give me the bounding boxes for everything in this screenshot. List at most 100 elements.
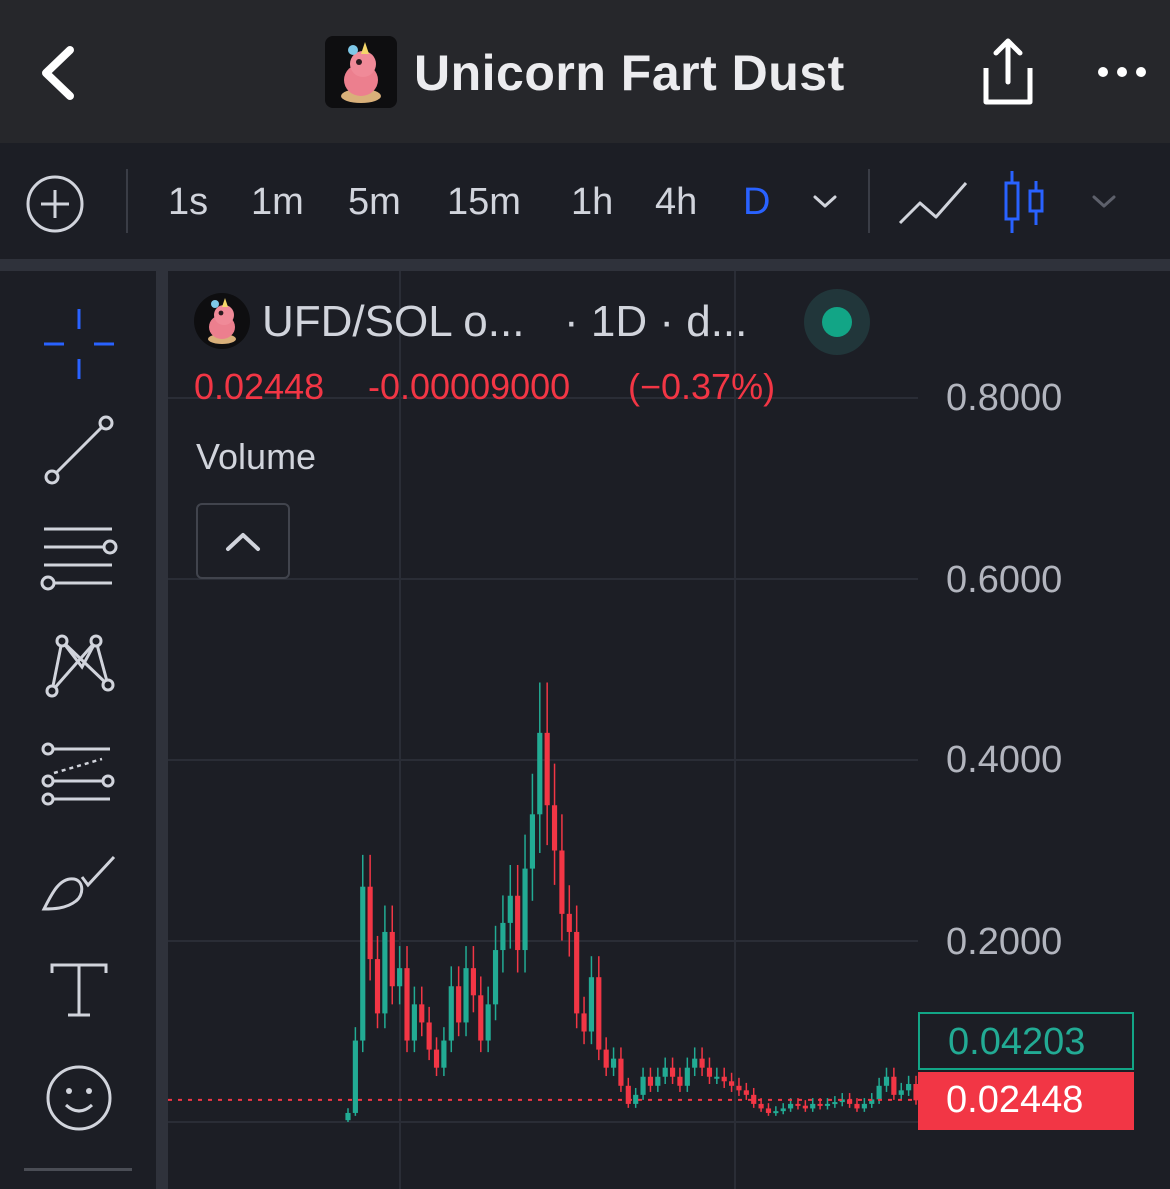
pattern-tool[interactable]: [38, 625, 120, 707]
candle-body: [485, 1004, 491, 1041]
emoji-icon: [46, 1065, 112, 1131]
candlestick-button[interactable]: [1000, 169, 1048, 235]
candle-body: [537, 732, 543, 815]
legend-last-price: 0.02448: [194, 366, 325, 407]
pattern-icon: [45, 634, 115, 698]
interval-dropdown[interactable]: [810, 187, 840, 217]
drawing-toolbar: [0, 271, 156, 1189]
line-chart-button[interactable]: [898, 175, 968, 235]
price-axis-label: 0.8000: [946, 377, 1063, 419]
collapse-legend-button[interactable]: [196, 503, 290, 579]
candle-body: [832, 1102, 838, 1105]
candle-body: [714, 1076, 720, 1079]
price-axis-label: 0.4000: [946, 739, 1063, 781]
share-button[interactable]: [978, 36, 1038, 108]
chart-pane[interactable]: UFD/SOL o... · 1D · d... 0.02448 -0.0000…: [168, 271, 1170, 1189]
back-button[interactable]: [34, 40, 90, 106]
coin-avatar: [325, 36, 397, 108]
interval-1s[interactable]: 1s: [168, 179, 208, 225]
candle-body: [876, 1085, 882, 1100]
text-tool[interactable]: [38, 949, 120, 1031]
chart-toolbar: 1s 1m 5m 15m 1h 4h D: [0, 143, 1170, 259]
fib-retracement-icon: [41, 742, 115, 806]
candle-body: [773, 1111, 779, 1114]
share-icon: [983, 38, 1033, 105]
candle-body: [345, 1112, 351, 1121]
candle-body: [551, 805, 558, 851]
legend-change-percent: (−0.37%): [628, 366, 776, 407]
chart-type-dropdown[interactable]: [1089, 187, 1119, 217]
candle-body: [640, 1076, 646, 1095]
chevron-down-icon: [1092, 195, 1116, 208]
more-horizontal-icon: [1098, 67, 1146, 77]
interval-d[interactable]: D: [743, 179, 770, 225]
market-status-dot: [822, 307, 852, 337]
trend-line-tool[interactable]: [38, 409, 120, 491]
candle-body: [669, 1067, 676, 1077]
candle-body: [721, 1076, 727, 1082]
candle-body: [463, 968, 469, 1023]
crosshair-icon: [44, 309, 114, 379]
candle-body: [788, 1103, 794, 1109]
candlestick-icon: [1004, 171, 1044, 233]
candle-body: [684, 1067, 690, 1086]
candle-body: [758, 1103, 764, 1109]
candle-body: [729, 1081, 735, 1086]
candle-body: [677, 1076, 683, 1086]
interval-15m[interactable]: 15m: [447, 179, 521, 225]
candle-body: [662, 1067, 668, 1077]
candle-body: [492, 950, 499, 1005]
plus-circle-icon: [26, 175, 84, 233]
sidebar-divider: [156, 271, 168, 1189]
candle-body: [765, 1108, 772, 1113]
candle-body: [625, 1085, 631, 1104]
chevron-left-icon: [42, 46, 74, 100]
add-indicator-button[interactable]: [24, 173, 86, 235]
candle-body: [360, 886, 366, 1041]
candle-body: [397, 968, 403, 987]
bid-price-tag: 0.04203: [918, 1012, 1134, 1070]
candle-body: [352, 1040, 358, 1113]
candle-body: [655, 1076, 661, 1086]
candle-body: [692, 1058, 698, 1068]
candle-body: [810, 1103, 816, 1109]
legend-coin-avatar: [194, 293, 250, 349]
candle-body: [515, 895, 521, 951]
chevron-up-icon: [226, 533, 260, 551]
crosshair-tool[interactable]: [38, 303, 120, 385]
candle-body: [618, 1058, 624, 1086]
volume-indicator-label[interactable]: Volume: [196, 435, 316, 479]
more-button[interactable]: [1094, 56, 1150, 88]
last-price-tag: 0.02448: [918, 1072, 1134, 1130]
interval-1h[interactable]: 1h: [571, 179, 613, 225]
brush-tool[interactable]: [38, 843, 120, 925]
market-status[interactable]: [804, 289, 870, 355]
candle-body: [603, 1049, 609, 1068]
candle-body: [824, 1103, 831, 1106]
interval-4h[interactable]: 4h: [655, 179, 697, 225]
candle-body: [559, 850, 565, 914]
emoji-tool[interactable]: [38, 1057, 120, 1139]
candle-body: [898, 1090, 904, 1095]
horizontal-lines-tool[interactable]: [38, 517, 120, 599]
interval-1m[interactable]: 1m: [251, 179, 304, 225]
candle-body: [647, 1076, 654, 1086]
candle-body: [374, 959, 381, 1014]
candle-body: [802, 1105, 808, 1109]
fib-retracement-tool[interactable]: [38, 733, 120, 815]
candle-body: [382, 931, 388, 1014]
toolbar-divider: [0, 259, 1170, 271]
candle-body: [529, 814, 535, 869]
candle-body: [456, 986, 462, 1023]
candle-body: [478, 995, 484, 1041]
legend-symbol[interactable]: UFD/SOL o...: [262, 295, 524, 349]
candle-body: [699, 1058, 705, 1068]
coin-title: Unicorn Fart Dust: [414, 45, 845, 101]
candle-body: [470, 968, 476, 996]
candle-body: [522, 868, 528, 951]
candle-body: [389, 931, 395, 987]
candle-body: [566, 913, 572, 932]
interval-5m[interactable]: 5m: [348, 179, 401, 225]
candle-body: [411, 1004, 417, 1041]
candle-body: [817, 1103, 823, 1106]
